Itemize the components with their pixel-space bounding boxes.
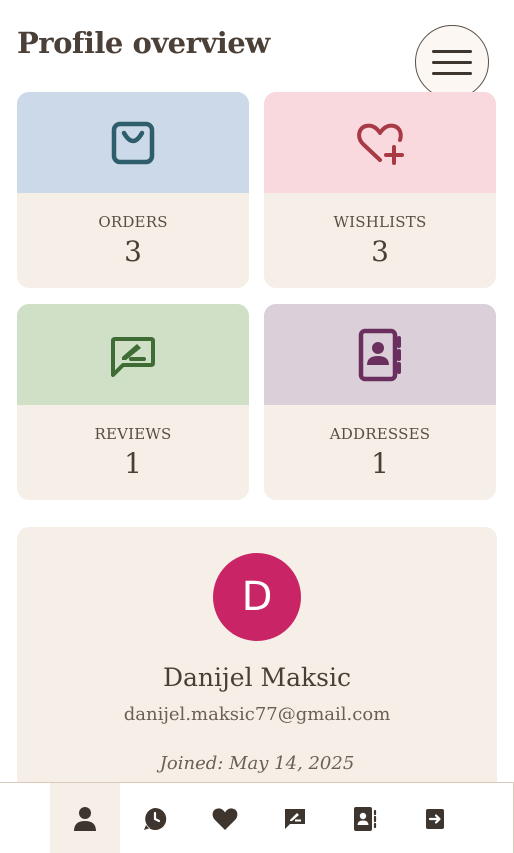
history-icon [144, 807, 167, 830]
address-book-icon [354, 806, 377, 831]
addresses-card[interactable]: ADDRESSES 1 [264, 304, 496, 500]
shopping-bag-icon [111, 121, 155, 164]
user-icon [74, 806, 96, 831]
nav-reviews[interactable] [260, 783, 330, 853]
heart-icon [212, 807, 238, 830]
page-title: Profile overview [17, 26, 270, 60]
orders-card[interactable]: ORDERS 3 [17, 92, 249, 288]
bottom-nav [0, 782, 514, 853]
review-icon [285, 808, 305, 829]
heart-plus-icon [357, 123, 404, 165]
nav-profile[interactable] [50, 783, 120, 853]
wishlists-label: WISHLISTS [333, 213, 427, 231]
wishlists-card[interactable]: WISHLISTS 3 [264, 92, 496, 288]
nav-wishlist[interactable] [190, 783, 260, 853]
addresses-count: 1 [371, 447, 389, 480]
nav-addresses[interactable] [330, 783, 400, 853]
orders-label: ORDERS [98, 213, 168, 231]
nav-logout[interactable] [400, 783, 470, 853]
orders-count: 3 [124, 235, 142, 268]
reviews-card[interactable]: REVIEWS 1 [17, 304, 249, 500]
logout-icon [426, 808, 444, 829]
user-joined-date: Joined: May 14, 2025 [159, 753, 355, 774]
avatar: D [213, 553, 301, 641]
reviews-label: REVIEWS [94, 425, 172, 443]
addresses-label: ADDRESSES [329, 425, 431, 443]
hamburger-menu-icon [432, 49, 472, 53]
review-comment-icon [111, 336, 155, 377]
menu-button[interactable] [415, 25, 489, 99]
user-name: Danijel Maksic [162, 663, 351, 692]
reviews-count: 1 [124, 447, 142, 480]
address-book-icon [358, 328, 401, 381]
wishlists-count: 3 [371, 235, 389, 268]
user-email: danijel.maksic77@gmail.com [123, 704, 391, 725]
nav-history[interactable] [120, 783, 190, 853]
